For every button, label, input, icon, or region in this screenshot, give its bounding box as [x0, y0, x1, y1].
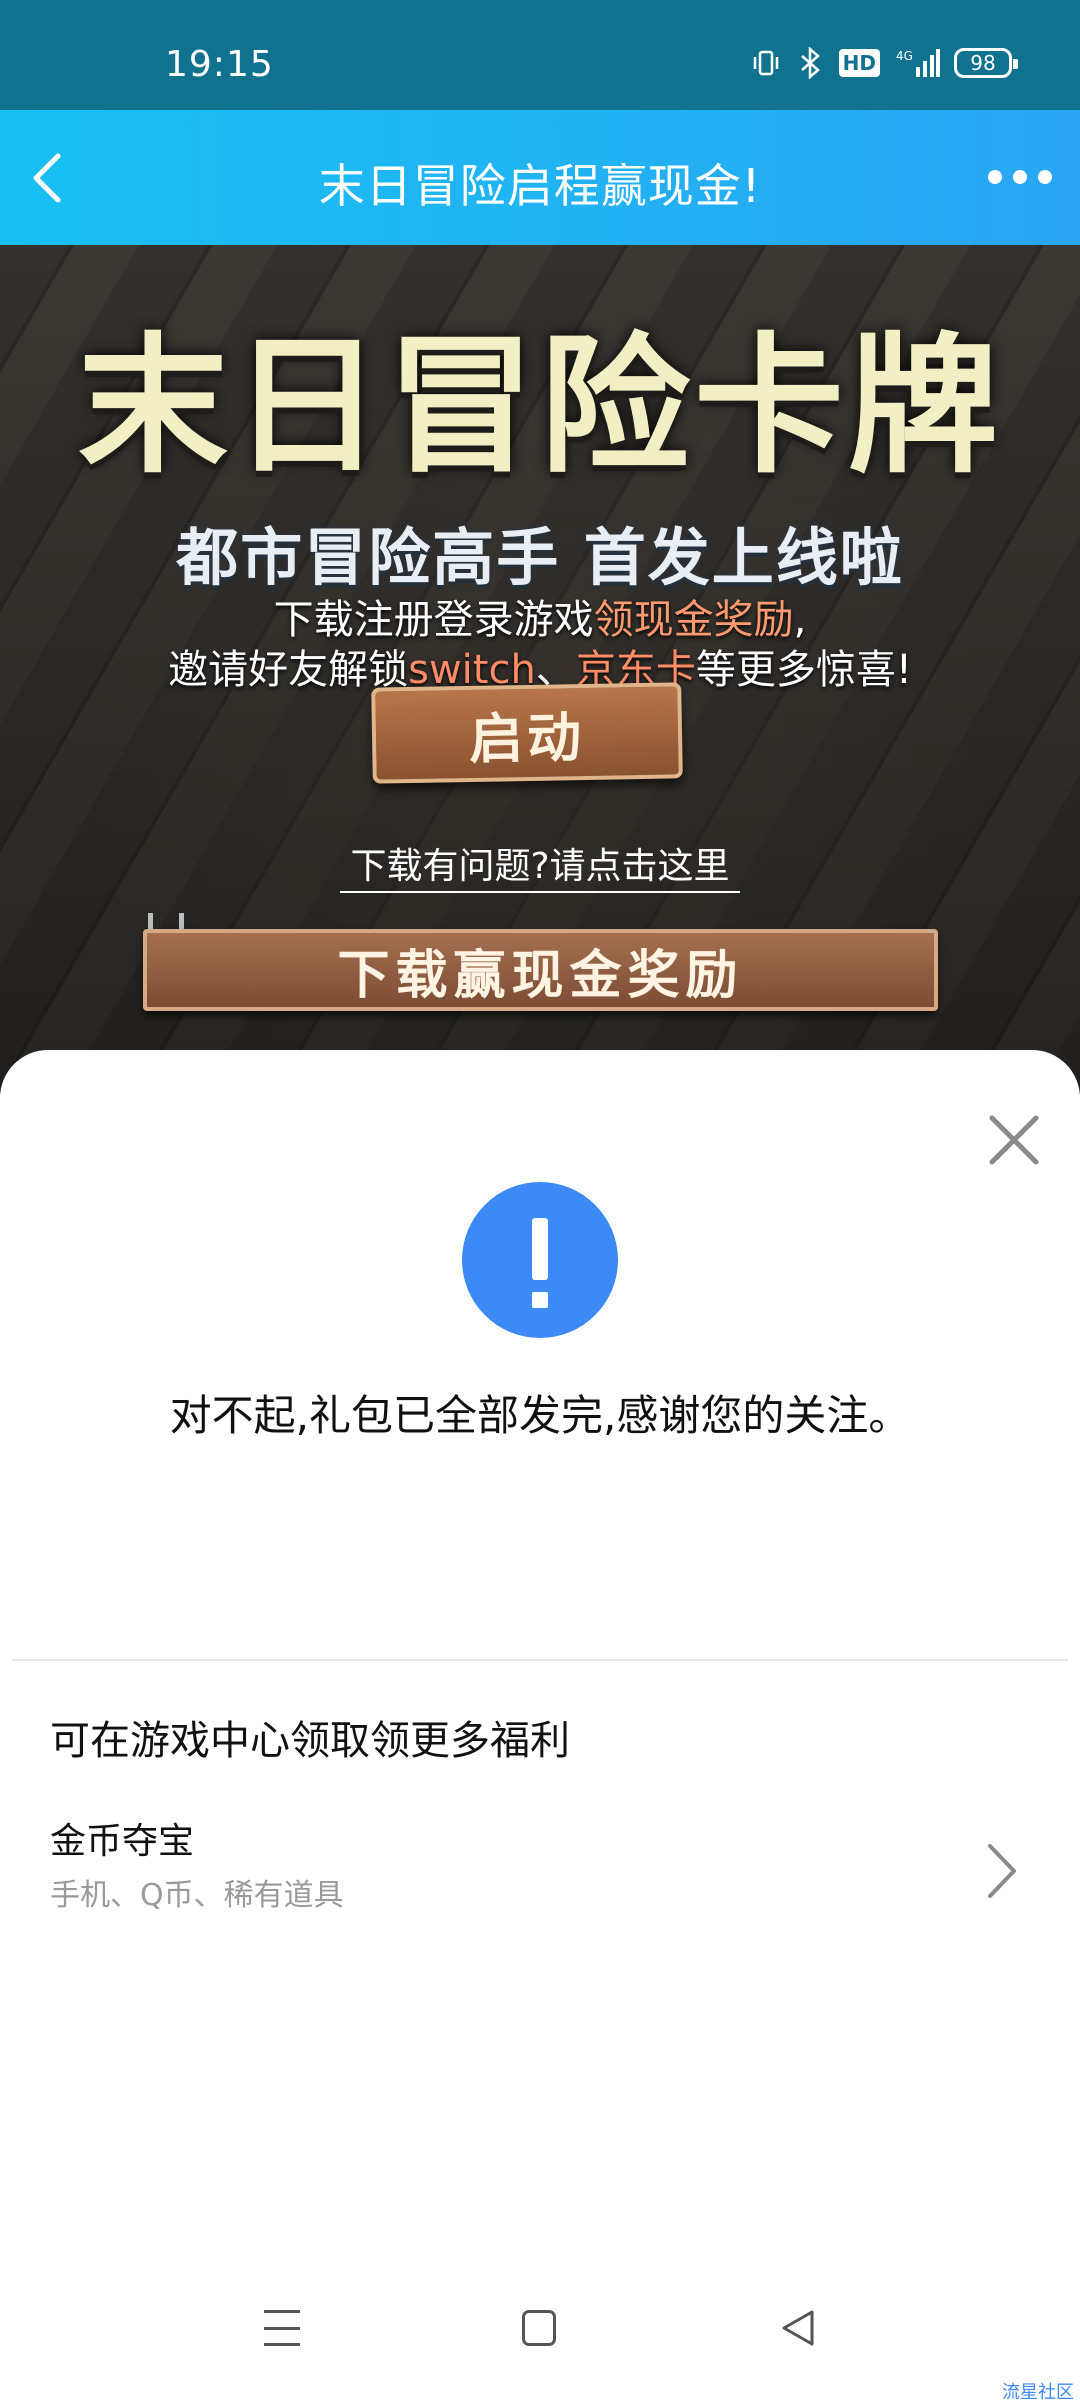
recent-apps-icon[interactable]	[264, 2310, 300, 2346]
download-reward-button[interactable]: 下载赢现金奖励	[143, 929, 938, 1011]
result-message: 对不起,礼包已全部发完,感谢您的关注。	[169, 1391, 911, 1440]
gift-result-sheet: 对不起,礼包已全部发完,感谢您的关注。 可在游戏中心领取领更多福利 金币夺宝 手…	[0, 1050, 1080, 2400]
exclamation-bar	[532, 1218, 548, 1280]
status-icons: HD 4G 98	[751, 46, 1018, 80]
more-dot	[988, 170, 1002, 184]
more-dot	[1038, 170, 1052, 184]
download-help-text[interactable]: 下载有问题?请点击这里	[340, 846, 740, 893]
banner-text: 等更多惊喜!	[695, 647, 912, 693]
svg-text:4G: 4G	[896, 49, 913, 63]
banner-subtitle: 都市冒险高手 首发上线啦	[176, 521, 904, 594]
close-icon[interactable]	[984, 1110, 1044, 1170]
exclamation-dot	[532, 1292, 548, 1308]
section-title: 可在游戏中心领取领更多福利	[50, 1718, 570, 1764]
menu-line	[264, 2310, 300, 2313]
exclamation-icon	[462, 1182, 618, 1338]
banner-text: 邀请好友解锁	[168, 647, 409, 693]
start-button[interactable]: 启动	[371, 682, 683, 784]
list-item-coin-treasure[interactable]: 金币夺宝 手机、Q币、稀有道具	[0, 1812, 1080, 1942]
banner-title: 末日冒险卡牌	[77, 318, 1002, 494]
watermark: 流星社区	[1002, 2382, 1074, 2400]
signal-4g-icon: 4G	[894, 46, 940, 80]
item-subtitle: 手机、Q币、稀有道具	[50, 1878, 344, 1913]
home-icon[interactable]	[522, 2310, 556, 2346]
chevron-right-icon	[984, 1842, 1020, 1900]
status-bar: 19:15 HD 4G 98	[0, 0, 1080, 110]
game-banner: 末日冒险卡牌 都市冒险高手 首发上线啦 下载注册登录游戏领现金奖励, 邀请好友解…	[0, 245, 1080, 1095]
more-dot	[1013, 170, 1027, 184]
more-icon[interactable]	[988, 165, 1052, 189]
menu-line	[264, 2326, 300, 2330]
menu-line	[264, 2343, 300, 2346]
divider	[12, 1659, 1068, 1661]
title-bar: 末日冒险启程赢现金!	[0, 110, 1080, 245]
item-title: 金币夺宝	[50, 1821, 195, 1862]
battery-icon: 98	[954, 48, 1018, 78]
vibrate-icon	[751, 46, 781, 80]
hd-icon: HD	[838, 49, 880, 77]
system-navigation-bar	[0, 2280, 1080, 2390]
download-help-link[interactable]: 下载有问题?请点击这里	[0, 837, 1080, 893]
page-title: 末日冒险启程赢现金!	[318, 159, 762, 213]
status-time: 19:15	[165, 44, 274, 85]
bluetooth-icon	[795, 46, 825, 80]
system-back-icon[interactable]	[780, 2308, 816, 2348]
